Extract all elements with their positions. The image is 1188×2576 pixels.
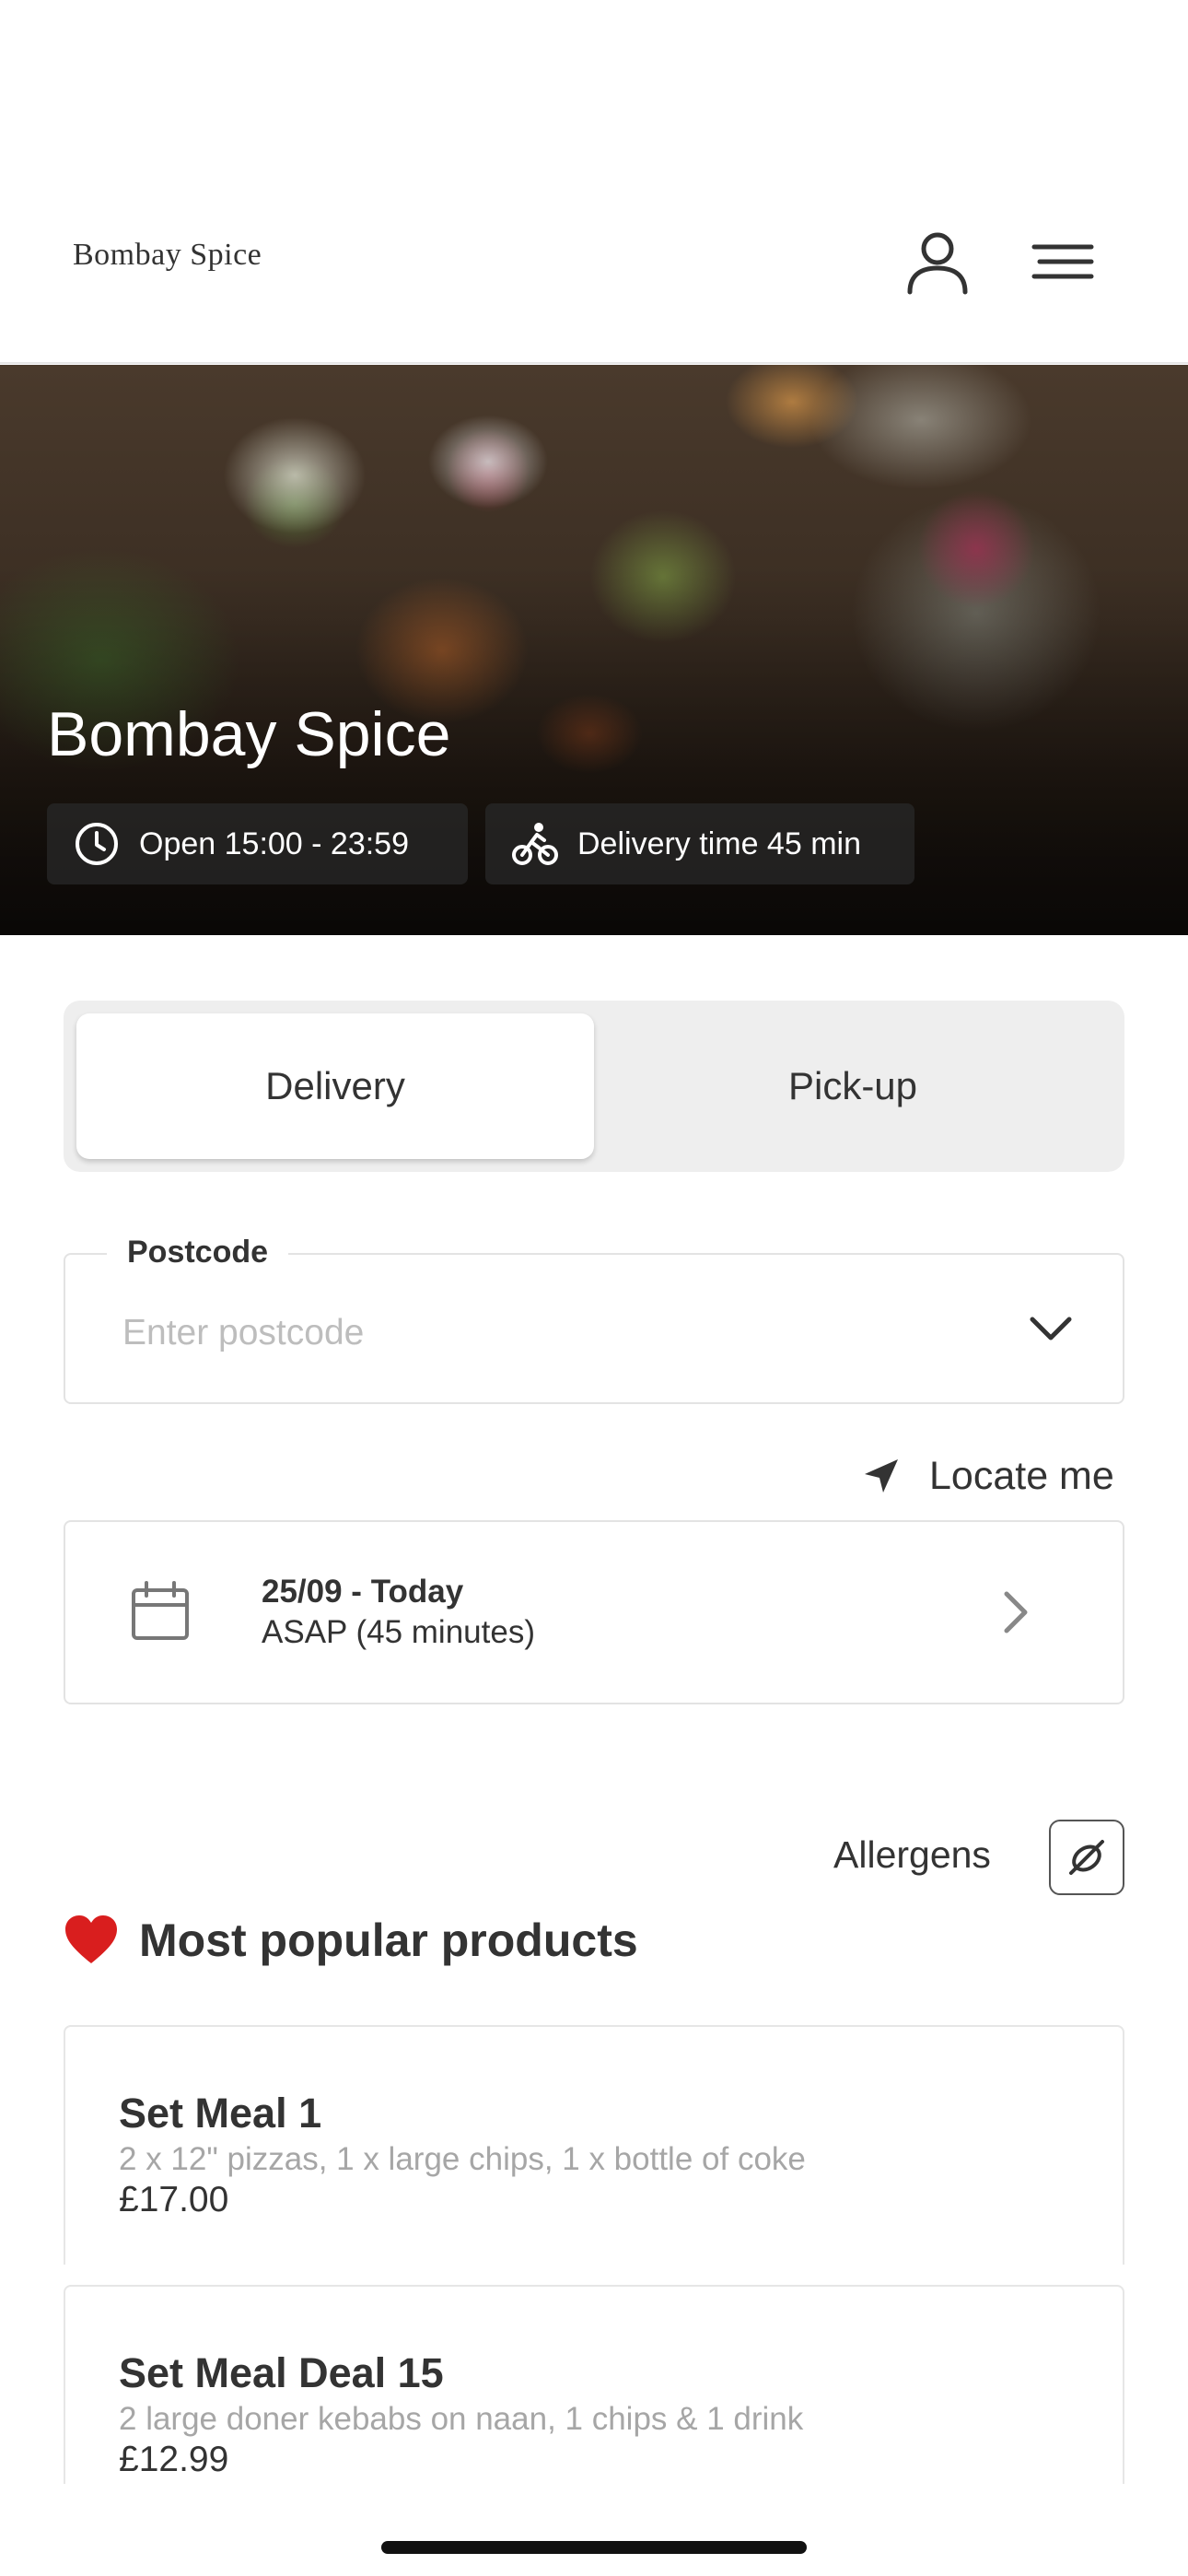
popular-products-title: Most popular products	[139, 1914, 638, 1966]
postcode-label: Postcode	[107, 1235, 289, 1270]
product-price: £12.99	[119, 2440, 229, 2479]
order-type-toggle: Delivery Pick-up	[64, 1001, 1124, 1172]
hero-banner: Bombay Spice Open 15:00 - 23:59 Delivery…	[0, 365, 1188, 935]
allergen-filter-button[interactable]	[1049, 1820, 1124, 1895]
product-price: £17.00	[119, 2180, 229, 2219]
locate-me-button[interactable]: Locate me	[861, 1448, 1114, 1504]
header: Bombay Spice	[0, 0, 1188, 364]
popular-products-heading: Most popular products	[64, 1914, 638, 1967]
opening-hours-text: Open 15:00 - 23:59	[139, 825, 410, 861]
chevron-down-icon[interactable]	[1023, 1301, 1078, 1356]
user-icon[interactable]	[901, 226, 974, 299]
postcode-field[interactable]: Postcode	[64, 1235, 1124, 1404]
delivery-schedule-card[interactable]: 25/09 - Today ASAP (45 minutes)	[64, 1520, 1124, 1704]
heart-icon	[65, 1915, 117, 1963]
location-arrow-icon	[865, 1459, 898, 1493]
allergens-label[interactable]: Allergens	[833, 1833, 991, 1877]
logo[interactable]: Bombay Spice	[73, 238, 262, 273]
product-card[interactable]: Set Meal Deal 15 2 large doner kebabs on…	[64, 2285, 1124, 2484]
postcode-input[interactable]	[122, 1306, 951, 1361]
product-name: Set Meal 1	[119, 2090, 322, 2137]
hamburger-menu-icon[interactable]	[1027, 230, 1101, 304]
delivery-time-badge: Delivery time 45 min	[485, 803, 914, 884]
delivery-tab[interactable]: Delivery	[76, 1013, 594, 1159]
chevron-right-icon	[1004, 1591, 1028, 1633]
opening-hours-badge: Open 15:00 - 23:59	[47, 803, 468, 884]
product-card[interactable]: Set Meal 1 2 x 12" pizzas, 1 x large chi…	[64, 2025, 1124, 2265]
calendar-icon	[132, 1581, 189, 1640]
home-indicator[interactable]	[381, 2541, 807, 2554]
product-description: 2 x 12" pizzas, 1 x large chips, 1 x bot…	[119, 2141, 806, 2177]
schedule-date: 25/09 - Today	[262, 1574, 464, 1610]
locate-me-label: Locate me	[929, 1453, 1114, 1498]
product-name: Set Meal Deal 15	[119, 2349, 444, 2396]
pickup-tab[interactable]: Pick-up	[594, 1013, 1112, 1159]
clock-icon	[76, 823, 118, 865]
product-description: 2 large doner kebabs on naan, 1 chips & …	[119, 2401, 804, 2437]
restaurant-name: Bombay Spice	[47, 699, 451, 769]
delivery-time-text: Delivery time 45 min	[577, 825, 861, 861]
cyclist-icon	[512, 823, 558, 865]
allergen-filter-icon	[1069, 1840, 1104, 1875]
schedule-time: ASAP (45 minutes)	[262, 1614, 535, 1650]
